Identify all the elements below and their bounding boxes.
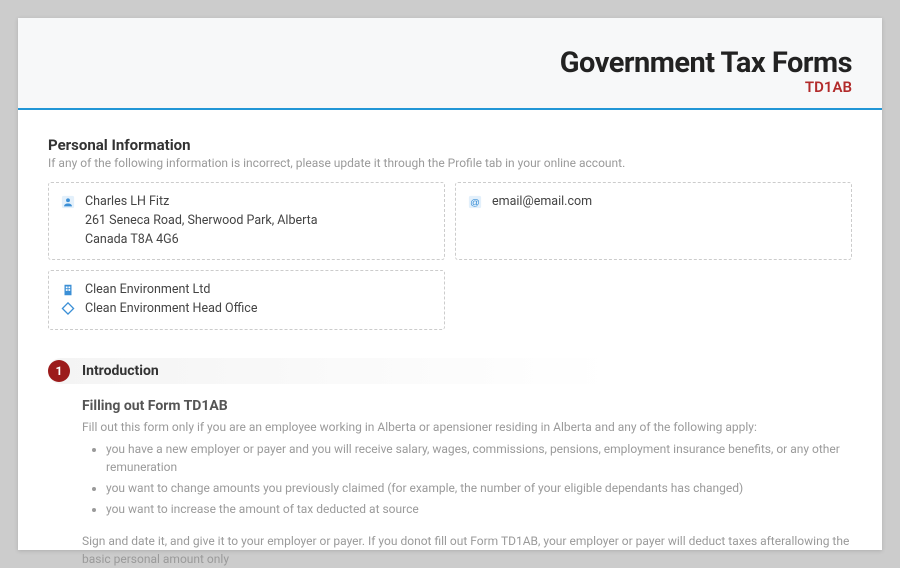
diamond-icon bbox=[61, 302, 75, 316]
intro-bullets: you have a new employer or payer and you… bbox=[82, 440, 852, 518]
intro-body: Filling out Form TD1AB Fill out this for… bbox=[48, 384, 852, 568]
info-grid: Charles LH Fitz 261 Seneca Road, Sherwoo… bbox=[48, 182, 852, 330]
office-name: Clean Environment Head Office bbox=[85, 300, 257, 319]
company-box: Clean Environment Ltd Clean Environment … bbox=[48, 270, 445, 330]
introduction-section: 1 Introduction Filling out Form TD1AB Fi… bbox=[48, 358, 852, 568]
company-name: Clean Environment Ltd bbox=[85, 281, 210, 300]
personal-heading: Personal Information bbox=[48, 136, 852, 154]
svg-text:@: @ bbox=[470, 198, 480, 209]
header-title: Government Tax Forms bbox=[48, 46, 852, 80]
person-name: Charles LH Fitz bbox=[85, 193, 318, 212]
form-page: Government Tax Forms TD1AB Personal Info… bbox=[18, 18, 882, 550]
content-area: Personal Information If any of the follo… bbox=[18, 110, 882, 568]
email-row: @ email@email.com bbox=[468, 193, 839, 212]
office-row: Clean Environment Head Office bbox=[61, 300, 432, 319]
intro-lead: Fill out this form only if you are an em… bbox=[82, 418, 852, 436]
name-row: Charles LH Fitz 261 Seneca Road, Sherwoo… bbox=[61, 193, 432, 249]
at-sign-icon: @ bbox=[468, 195, 482, 209]
intro-subtitle: Filling out Form TD1AB bbox=[82, 398, 852, 414]
intro-header-row: 1 Introduction bbox=[48, 358, 852, 384]
building-icon bbox=[61, 283, 75, 297]
email-value: email@email.com bbox=[492, 193, 592, 212]
bullet-item: you have a new employer or payer and you… bbox=[106, 440, 852, 476]
step-badge: 1 bbox=[48, 360, 70, 382]
address-line-2: Canada T8A 4G6 bbox=[85, 231, 318, 250]
header-subtitle: TD1AB bbox=[48, 78, 852, 96]
page-header: Government Tax Forms TD1AB bbox=[18, 18, 882, 110]
identity-box: Charles LH Fitz 261 Seneca Road, Sherwoo… bbox=[48, 182, 445, 260]
name-address-block: Charles LH Fitz 261 Seneca Road, Sherwoo… bbox=[85, 193, 318, 249]
person-icon bbox=[61, 195, 75, 209]
bullet-item: you want to increase the amount of tax d… bbox=[106, 500, 852, 518]
personal-help: If any of the following information is i… bbox=[48, 156, 852, 170]
email-box: @ email@email.com bbox=[455, 182, 852, 260]
intro-title: Introduction bbox=[82, 358, 159, 384]
bullet-item: you want to change amounts you previousl… bbox=[106, 479, 852, 497]
address-line-1: 261 Seneca Road, Sherwood Park, Alberta bbox=[85, 212, 318, 231]
company-row: Clean Environment Ltd bbox=[61, 281, 432, 300]
